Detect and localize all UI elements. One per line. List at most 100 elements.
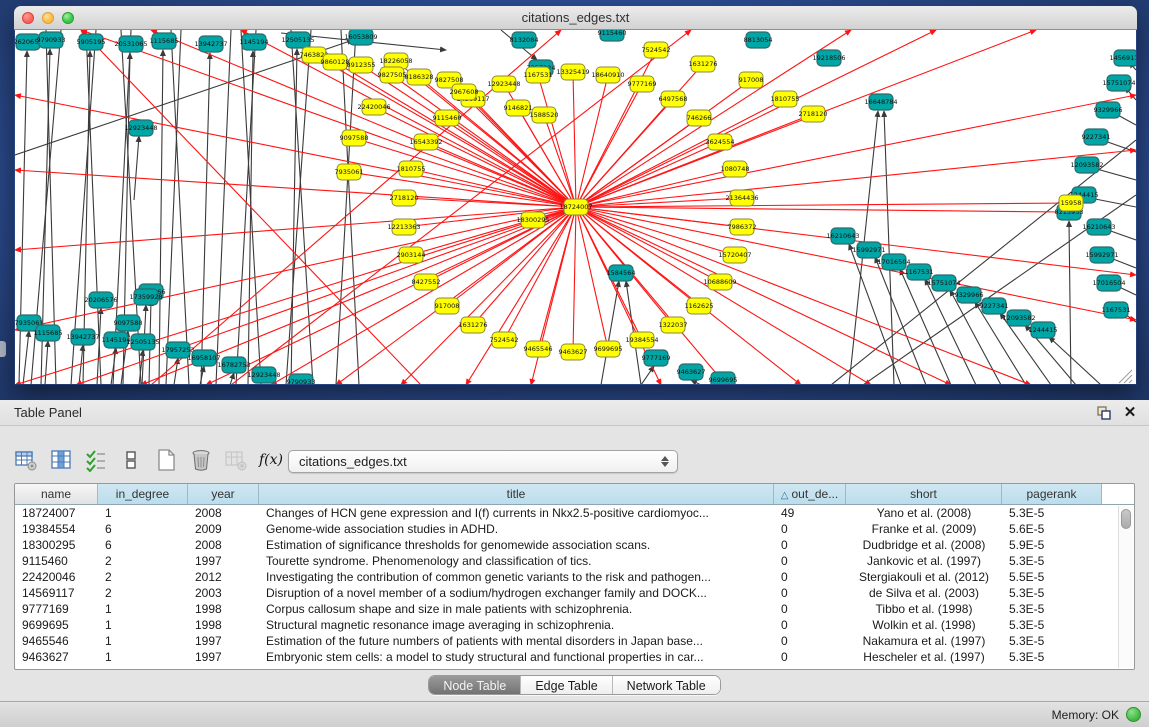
column-header-name[interactable]: name bbox=[15, 484, 98, 504]
graph-node[interactable]: 1115685 bbox=[34, 325, 63, 341]
graph-node[interactable]: 14569117 bbox=[1109, 50, 1136, 66]
table-cell[interactable]: 0 bbox=[774, 553, 846, 569]
table-cell[interactable]: 6 bbox=[98, 537, 188, 553]
graph-node[interactable]: 2903144 bbox=[397, 247, 426, 263]
graph-node[interactable]: 2718120 bbox=[799, 106, 828, 122]
graph-node[interactable]: 15992971 bbox=[852, 242, 885, 258]
table-cell[interactable]: Wolkin et al. (1998) bbox=[846, 617, 1002, 633]
graph-node[interactable]: 12923448 bbox=[124, 120, 157, 136]
table-cell[interactable]: Estimation of significance thresholds fo… bbox=[259, 537, 774, 553]
table-cell[interactable]: Yano et al. (2008) bbox=[846, 505, 1002, 521]
graph-node[interactable]: 20206576 bbox=[84, 292, 117, 308]
graph-node[interactable]: 7935061 bbox=[335, 164, 364, 180]
nodes-layer[interactable]: 2620655979093359051952053106511156851394… bbox=[15, 30, 1136, 384]
graph-node[interactable]: 1631276 bbox=[689, 56, 718, 72]
graph-node[interactable]: 12093582 bbox=[1002, 310, 1035, 326]
graph-node[interactable]: 5905195 bbox=[77, 34, 106, 50]
table-cell[interactable]: Tibbo et al. (1998) bbox=[846, 601, 1002, 617]
table-cell[interactable]: 1998 bbox=[188, 601, 259, 617]
graph-node[interactable]: 15720407 bbox=[718, 247, 751, 263]
graph-node[interactable]: 1167531 bbox=[905, 264, 934, 280]
table-row[interactable]: 2242004622012Investigating the contribut… bbox=[15, 569, 1134, 585]
graph-node[interactable]: 12923448 bbox=[487, 76, 520, 92]
show-column-icon[interactable] bbox=[49, 448, 73, 472]
table-cell[interactable]: 2 bbox=[98, 553, 188, 569]
graph-node[interactable]: 16210643 bbox=[1082, 219, 1115, 235]
graph-node[interactable]: 12213363 bbox=[387, 219, 420, 235]
table-cell[interactable]: 9115460 bbox=[15, 553, 98, 569]
graph-node[interactable]: 10688609 bbox=[703, 274, 736, 290]
graph-node[interactable]: 9860128 bbox=[321, 54, 350, 70]
graph-node[interactable]: 9227341 bbox=[1082, 129, 1111, 145]
table-cell[interactable]: 0 bbox=[774, 569, 846, 585]
graph-node[interactable]: 17016504 bbox=[1092, 275, 1125, 291]
graph-node[interactable]: 8912355 bbox=[347, 57, 376, 73]
table-cell[interactable]: 1 bbox=[98, 505, 188, 521]
graph-node[interactable]: 8427552 bbox=[412, 274, 441, 290]
graph-node[interactable]: 9097588 bbox=[340, 130, 369, 146]
graph-node[interactable]: 1244415 bbox=[1029, 322, 1058, 338]
column-header-year[interactable]: year bbox=[188, 484, 259, 504]
graph-node[interactable]: 12505135 bbox=[126, 334, 159, 350]
graph-node[interactable]: 15751074 bbox=[927, 275, 960, 291]
table-cell[interactable]: 2003 bbox=[188, 585, 259, 601]
graph-node[interactable]: 9777169 bbox=[628, 76, 657, 92]
table-cell[interactable]: 1 bbox=[98, 601, 188, 617]
table-cell[interactable]: 1997 bbox=[188, 633, 259, 649]
table-cell[interactable]: de Silva et al. (2003) bbox=[846, 585, 1002, 601]
table-cell[interactable]: 2 bbox=[98, 585, 188, 601]
table-cell[interactable]: 0 bbox=[774, 585, 846, 601]
table-cell[interactable]: 9463627 bbox=[15, 649, 98, 665]
graph-node[interactable]: 1080748 bbox=[721, 161, 750, 177]
graph-node[interactable]: 16543392 bbox=[409, 134, 442, 150]
table-cell[interactable]: 5.3E-5 bbox=[1002, 617, 1102, 633]
table-selector-combobox[interactable]: citations_edges.txt bbox=[288, 450, 678, 473]
graph-node[interactable]: 17359928 bbox=[129, 289, 162, 305]
table-cell[interactable]: 49 bbox=[774, 505, 846, 521]
graph-node[interactable]: 1810755 bbox=[397, 161, 426, 177]
graph-node[interactable]: 8186328 bbox=[405, 69, 434, 85]
graph-node[interactable]: 9146821 bbox=[504, 100, 533, 116]
graph-node[interactable]: 917008 bbox=[739, 72, 764, 88]
delete-table-icon[interactable] bbox=[189, 448, 213, 472]
panel-collapse-handle[interactable] bbox=[0, 341, 6, 357]
graph-node[interactable]: 18640910 bbox=[591, 67, 624, 83]
graph-node[interactable]: 9699695 bbox=[594, 341, 623, 357]
table-cell[interactable]: 1 bbox=[98, 617, 188, 633]
graph-node[interactable]: 9115460 bbox=[433, 110, 462, 126]
table-cell[interactable]: 5.3E-5 bbox=[1002, 585, 1102, 601]
table-cell[interactable]: 9777169 bbox=[15, 601, 98, 617]
table-row[interactable]: 1830029562008Estimation of significance … bbox=[15, 537, 1134, 553]
table-cell[interactable]: Changes of HCN gene expression and I(f) … bbox=[259, 505, 774, 521]
table-row[interactable]: 1456911722003Disruption of a novel membe… bbox=[15, 585, 1134, 601]
network-graph[interactable]: 2620655979093359051952053106511156851394… bbox=[15, 30, 1136, 384]
function-builder-icon[interactable]: f(x) bbox=[259, 448, 283, 472]
tab-node-table[interactable]: Node Table bbox=[429, 676, 521, 695]
table-row[interactable]: 977716911998Corpus callosum shape and si… bbox=[15, 601, 1134, 617]
graph-node[interactable]: 3624554 bbox=[706, 134, 735, 150]
new-table-icon[interactable] bbox=[154, 448, 178, 472]
table-cell[interactable]: Embryonic stem cells: a model to study s… bbox=[259, 649, 774, 665]
select-columns-icon[interactable] bbox=[84, 448, 108, 472]
table-cell[interactable]: 14569117 bbox=[15, 585, 98, 601]
graph-node[interactable]: 16210643 bbox=[826, 228, 859, 244]
graph-node[interactable]: 917008 bbox=[435, 298, 460, 314]
graph-node[interactable]: 1588520 bbox=[530, 107, 559, 123]
graph-node[interactable]: 9227341 bbox=[980, 298, 1009, 314]
graph-node[interactable]: 9465546 bbox=[524, 341, 553, 357]
graph-node[interactable]: 1322037 bbox=[659, 317, 688, 333]
graph-node[interactable]: 18724007 bbox=[559, 199, 592, 215]
graph-node[interactable]: 9699695 bbox=[709, 372, 738, 384]
graph-node[interactable]: 19384554 bbox=[625, 332, 658, 348]
float-window-icon[interactable] bbox=[1095, 404, 1113, 422]
graph-node[interactable]: 1584564 bbox=[607, 265, 636, 281]
table-cell[interactable]: 18300295 bbox=[15, 537, 98, 553]
table-cell[interactable]: 5.3E-5 bbox=[1002, 633, 1102, 649]
tab-network-table[interactable]: Network Table bbox=[613, 676, 720, 695]
graph-node[interactable]: 9329966 bbox=[955, 287, 984, 303]
table-cell[interactable]: 1997 bbox=[188, 649, 259, 665]
table-cell[interactable]: Nakamura et al. (1997) bbox=[846, 633, 1002, 649]
table-row[interactable]: 969969511998Structural magnetic resonanc… bbox=[15, 617, 1134, 633]
graph-node[interactable]: 2967608 bbox=[450, 84, 479, 100]
table-cell[interactable]: 5.5E-5 bbox=[1002, 569, 1102, 585]
